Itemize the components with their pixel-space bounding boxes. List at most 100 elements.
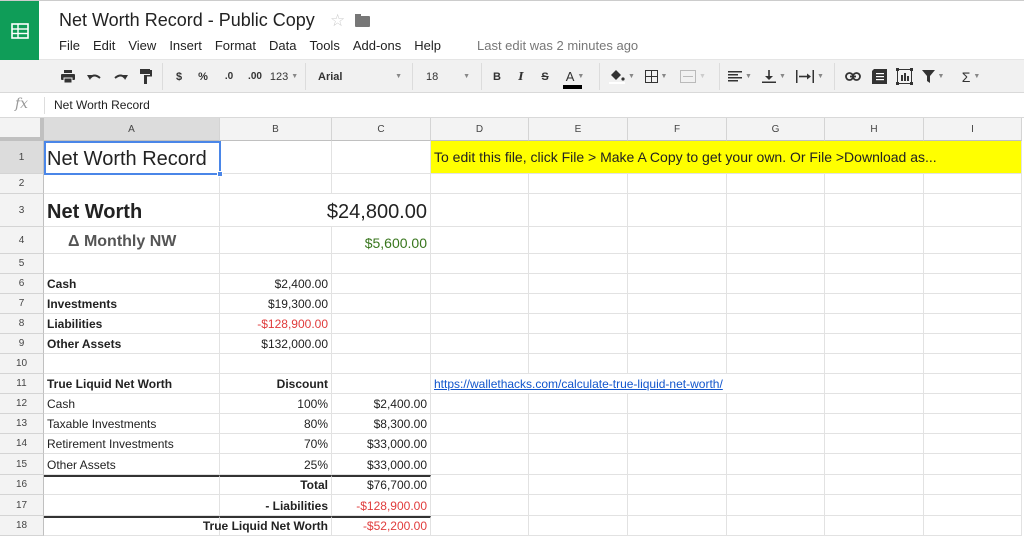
cell-c17[interactable]: -$128,900.00 [332,495,431,516]
cell-e14[interactable] [529,434,628,454]
cell-d4[interactable] [431,227,529,254]
cell-c12[interactable]: $2,400.00 [332,394,431,414]
cell-h15[interactable] [825,454,924,475]
cell-g18[interactable] [727,516,825,536]
row-header-8[interactable]: 8 [0,314,44,334]
italic-button[interactable]: I [512,60,530,93]
cell-i18[interactable] [924,516,1022,536]
text-color-button[interactable]: A ▼ [560,60,590,93]
cell-h10[interactable] [825,354,924,374]
cell-d8[interactable] [431,314,529,334]
cell-d12[interactable] [431,394,529,414]
cell-a13[interactable]: Taxable Investments [44,414,220,434]
cell-e5[interactable] [529,254,628,274]
cell-b11[interactable]: Discount [220,374,332,394]
cell-a12[interactable]: Cash [44,394,220,414]
cell-b7[interactable]: $19,300.00 [220,294,332,314]
cell-i11[interactable] [924,374,1022,394]
star-icon[interactable]: ☆ [330,11,345,31]
folder-icon[interactable] [355,13,371,27]
row-header-18[interactable]: 18 [0,516,44,536]
cell-i4[interactable] [924,227,1022,254]
cell-b4[interactable] [220,227,332,254]
cell-c2[interactable] [332,174,431,194]
menu-view[interactable]: View [128,38,156,53]
column-header-i[interactable]: I [924,118,1022,141]
cell-g13[interactable] [727,414,825,434]
cell-f6[interactable] [628,274,727,294]
cell-g4[interactable] [727,227,825,254]
cell-c14[interactable]: $33,000.00 [332,434,431,454]
horizontal-align-button[interactable]: ▼ [726,60,754,93]
cell-g9[interactable] [727,334,825,354]
strikethrough-button[interactable]: S [536,60,554,93]
cell-a10[interactable] [44,354,220,374]
formula-input[interactable]: Net Worth Record [54,98,150,112]
menu-insert[interactable]: Insert [169,38,202,53]
cell-d14[interactable] [431,434,529,454]
cell-b2[interactable] [220,174,332,194]
cell-e13[interactable] [529,414,628,434]
cell-a14[interactable]: Retirement Investments [44,434,220,454]
cell-b17[interactable]: - Liabilities [220,495,332,516]
cell-b15[interactable]: 25% [220,454,332,475]
cell-h14[interactable] [825,434,924,454]
cell-i14[interactable] [924,434,1022,454]
cell-i5[interactable] [924,254,1022,274]
row-header-4[interactable]: 4 [0,227,44,254]
cell-g6[interactable] [727,274,825,294]
cell-d17[interactable] [431,495,529,516]
row-header-6[interactable]: 6 [0,274,44,294]
cell-b9[interactable]: $132,000.00 [220,334,332,354]
cell-i13[interactable] [924,414,1022,434]
cell-d7[interactable] [431,294,529,314]
cell-h5[interactable] [825,254,924,274]
cell-d18[interactable] [431,516,529,536]
cell-a2[interactable] [44,174,220,194]
row-header-1[interactable]: 1 [0,141,44,174]
cell-d6[interactable] [431,274,529,294]
cell-h18[interactable] [825,516,924,536]
cell-i9[interactable] [924,334,1022,354]
menu-format[interactable]: Format [215,38,256,53]
column-header-d[interactable]: D [431,118,529,141]
cell-c13[interactable]: $8,300.00 [332,414,431,434]
row-header-9[interactable]: 9 [0,334,44,354]
last-edit-status[interactable]: Last edit was 2 minutes ago [477,38,638,53]
cell-g7[interactable] [727,294,825,314]
cell-a8[interactable]: Liabilities [44,314,220,334]
cell-a17[interactable] [44,495,220,516]
cell-f16[interactable] [628,475,727,495]
cell-e7[interactable] [529,294,628,314]
cell-g16[interactable] [727,475,825,495]
column-header-e[interactable]: E [529,118,628,141]
cell-d5[interactable] [431,254,529,274]
cell-g12[interactable] [727,394,825,414]
cell-f7[interactable] [628,294,727,314]
source-link-text[interactable]: https://wallethacks.com/calculate-true-l… [434,377,723,391]
cell-c5[interactable] [332,254,431,274]
cell-e3[interactable] [529,194,628,227]
cell-a11[interactable]: True Liquid Net Worth [44,374,220,394]
menu-edit[interactable]: Edit [93,38,115,53]
cell-c11[interactable] [332,374,431,394]
cell-c16[interactable]: $76,700.00 [332,475,431,495]
instructions-banner[interactable]: To edit this file, click File > Make A C… [431,141,1022,174]
percent-format-button[interactable]: % [196,60,210,93]
cell-i16[interactable] [924,475,1022,495]
undo-button[interactable] [84,60,104,93]
cell-b12[interactable]: 100% [220,394,332,414]
cell-a7[interactable]: Investments [44,294,220,314]
cell-e4[interactable] [529,227,628,254]
paint-format-button[interactable] [136,60,156,93]
cell-h11[interactable] [825,374,924,394]
cell-e12[interactable] [529,394,628,414]
cell-h9[interactable] [825,334,924,354]
cell-h12[interactable] [825,394,924,414]
cell-f12[interactable] [628,394,727,414]
borders-button[interactable]: ▼ [642,60,670,93]
cell-c18[interactable]: -$52,200.00 [332,516,431,536]
cell-b6[interactable]: $2,400.00 [220,274,332,294]
cell-f15[interactable] [628,454,727,475]
more-formats-dropdown[interactable]: 123 ▼ [270,60,298,93]
